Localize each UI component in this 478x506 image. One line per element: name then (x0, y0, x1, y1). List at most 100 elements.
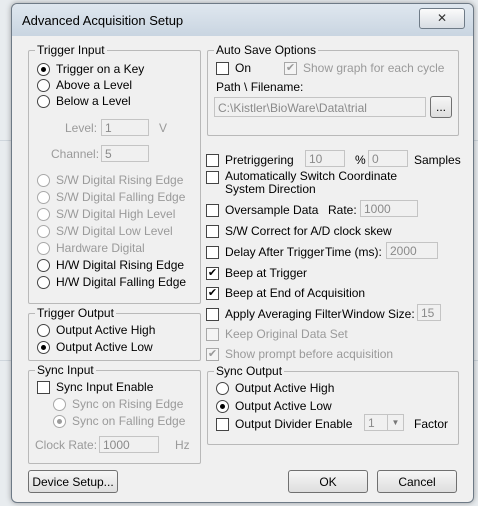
radio-circle[interactable] (37, 94, 50, 108)
channel-input[interactable]: 5 (101, 145, 149, 162)
checkbox-box[interactable]: ✔ (284, 61, 297, 75)
checkbox-show-graph[interactable]: ✔ Show graph for each cycle (284, 61, 444, 75)
checkbox-box[interactable] (216, 417, 229, 431)
checkbox-box[interactable] (206, 307, 219, 321)
radio-hardware-digital[interactable]: Hardware Digital (37, 241, 145, 255)
checkbox-show-prompt[interactable]: ✔ Show prompt before acquisition (206, 347, 393, 361)
radio-circle[interactable] (216, 381, 229, 395)
trigger-output-label: Trigger Output (35, 306, 116, 320)
radio-label: S/W Digital Low Level (56, 224, 173, 238)
radio-label: Above a Level (56, 78, 133, 92)
radio-circle[interactable] (37, 275, 50, 289)
radio-circle[interactable] (37, 78, 50, 92)
radio-trigger-output-high[interactable]: Output Active High (37, 323, 155, 337)
chevron-down-icon[interactable]: ▼ (387, 415, 403, 430)
radio-hw-digital-falling[interactable]: H/W Digital Falling Edge (37, 275, 186, 289)
radio-circle[interactable] (37, 173, 50, 187)
checkbox-label: On (235, 61, 252, 75)
radio-trigger-on-key[interactable]: Trigger on a Key (37, 62, 144, 76)
level-input[interactable]: 1 (101, 119, 149, 136)
clock-rate-input[interactable]: 1000 (99, 436, 159, 453)
radio-sw-digital-rising[interactable]: S/W Digital Rising Edge (37, 173, 183, 187)
pretrig-samples-input[interactable]: 0 (368, 150, 408, 167)
title-bar[interactable]: Advanced Acquisition Setup ✕ (12, 4, 473, 36)
path-input[interactable]: C:\Kistler\BioWare\Data\trial (214, 97, 426, 117)
radio-above-level[interactable]: Above a Level (37, 78, 132, 92)
checkbox-beep-at-end[interactable]: ✔ Beep at End of Acquisition (206, 286, 365, 300)
checkbox-box[interactable] (206, 153, 219, 167)
radio-circle[interactable] (37, 258, 50, 272)
checkbox-beep-at-trigger[interactable]: ✔ Beep at Trigger (206, 266, 307, 280)
radio-label: Output Active High (56, 323, 156, 337)
radio-circle[interactable] (216, 399, 229, 413)
radio-sw-digital-falling[interactable]: S/W Digital Falling Edge (37, 190, 185, 204)
radio-circle[interactable] (37, 340, 50, 354)
radio-label: Output Active Low (235, 399, 332, 413)
auto-save-group: Auto Save Options On ✔ Show graph for eac… (207, 43, 459, 136)
checkbox-box[interactable] (37, 380, 50, 394)
radio-sync-rising[interactable]: Sync on Rising Edge (53, 397, 183, 411)
radio-hw-digital-rising[interactable]: H/W Digital Rising Edge (37, 258, 184, 272)
radio-trigger-output-low[interactable]: Output Active Low (37, 340, 153, 354)
pretrig-percent-input[interactable]: 10 (305, 150, 345, 167)
checkbox-output-divider[interactable]: Output Divider Enable (216, 417, 352, 431)
radio-circle[interactable] (37, 62, 50, 76)
checkbox-label: Output Divider Enable (235, 417, 353, 431)
radio-sync-falling[interactable]: Sync on Falling Edge (53, 414, 185, 428)
radio-circle[interactable] (37, 190, 50, 204)
checkbox-box[interactable] (206, 171, 219, 184)
checkbox-box[interactable] (206, 203, 219, 217)
radio-circle[interactable] (37, 224, 50, 238)
checkbox-averaging-filter[interactable]: Apply Averaging Filter (206, 307, 342, 321)
checkbox-box[interactable] (216, 61, 229, 75)
time-input[interactable]: 2000 (386, 242, 438, 259)
radio-circle[interactable] (37, 207, 50, 221)
checkbox-box[interactable]: ✔ (206, 286, 219, 300)
sync-output-label: Sync Output (214, 364, 285, 378)
checkbox-sw-correct[interactable]: S/W Correct for A/D clock skew (206, 224, 392, 238)
browse-button[interactable]: ... (430, 96, 452, 118)
checkbox-box[interactable] (206, 327, 219, 341)
checkbox-box[interactable]: ✔ (206, 347, 219, 361)
channel-label: Channel: (51, 147, 100, 161)
divider-combo[interactable]: 1 ▼ (364, 414, 404, 431)
checkbox-delay-after-trigger[interactable]: Delay After Trigger (206, 245, 324, 259)
checkbox-box[interactable] (206, 245, 219, 259)
checkbox-keep-original[interactable]: Keep Original Data Set (206, 327, 348, 341)
radio-circle[interactable] (37, 241, 50, 255)
trigger-input-group: Trigger Input Trigger on a Key Above a L… (28, 43, 201, 304)
checkbox-label: Beep at End of Acquisition (225, 286, 366, 300)
clock-rate-label: Clock Rate: (35, 438, 98, 452)
cancel-button[interactable]: Cancel (377, 470, 457, 493)
radio-sw-digital-high[interactable]: S/W Digital High Level (37, 207, 175, 221)
checkbox-sync-input-enable[interactable]: Sync Input Enable (37, 380, 153, 394)
radio-label: S/W Digital High Level (56, 207, 176, 221)
factor-label: Factor (414, 417, 449, 431)
radio-below-level[interactable]: Below a Level (37, 94, 131, 108)
checkbox-auto-save-on[interactable]: On (216, 61, 251, 75)
checkbox-auto-switch-coordinate[interactable]: Automatically Switch Coordinate System D… (206, 170, 406, 196)
level-unit: V (159, 121, 168, 135)
radio-circle[interactable] (37, 323, 50, 337)
radio-sync-output-low[interactable]: Output Active Low (216, 399, 332, 413)
window-size-input[interactable]: 15 (417, 304, 441, 321)
device-setup-button[interactable]: Device Setup... (28, 470, 118, 493)
window-size-label: Window Size: (342, 307, 415, 321)
trigger-output-group: Trigger Output Output Active High Output… (28, 306, 201, 361)
checkbox-oversample[interactable]: Oversample Data (206, 203, 318, 217)
rate-label: Rate: (328, 203, 357, 217)
checkbox-label: Show prompt before acquisition (225, 347, 394, 361)
checkbox-label: Keep Original Data Set (225, 327, 348, 341)
rate-input[interactable]: 1000 (360, 200, 418, 217)
dialog-client: Trigger Input Trigger on a Key Above a L… (19, 37, 465, 495)
checkbox-box[interactable] (206, 224, 219, 238)
checkbox-box[interactable]: ✔ (206, 266, 219, 280)
checkbox-pretriggering[interactable]: Pretriggering (206, 153, 294, 167)
radio-sw-digital-low[interactable]: S/W Digital Low Level (37, 224, 173, 238)
ok-button[interactable]: OK (288, 470, 368, 493)
radio-label: Sync on Rising Edge (72, 397, 184, 411)
radio-circle[interactable] (53, 414, 66, 428)
close-button[interactable]: ✕ (419, 8, 465, 29)
radio-sync-output-high[interactable]: Output Active High (216, 381, 334, 395)
radio-circle[interactable] (53, 397, 66, 411)
